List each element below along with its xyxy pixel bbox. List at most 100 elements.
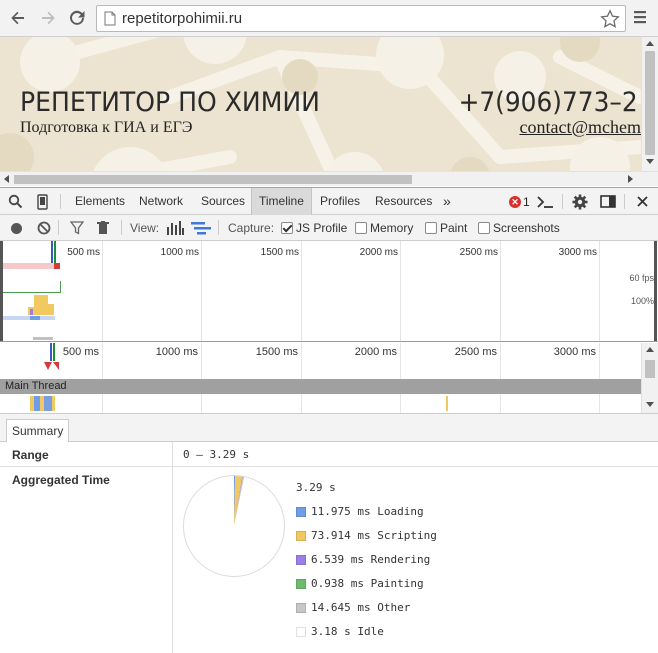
overview-cpu-chart xyxy=(28,295,54,315)
scroll-down-arrow-icon[interactable] xyxy=(646,402,654,407)
overview-idle-marks xyxy=(33,337,53,340)
flame-tick-label: 2000 ms xyxy=(354,346,397,358)
legend-swatch xyxy=(296,626,306,637)
browser-menu-button[interactable] xyxy=(632,8,648,29)
timeline-overview[interactable]: 500 ms 1000 ms 1500 ms 2000 ms 2500 ms 3… xyxy=(0,241,658,342)
tab-summary[interactable]: Summary xyxy=(6,419,70,443)
overview-gridline xyxy=(201,241,202,341)
flame-event-block xyxy=(34,396,40,411)
view-label: View: xyxy=(130,221,160,235)
flame-marker xyxy=(53,343,55,361)
memory-label[interactable]: Memory xyxy=(370,221,413,235)
dock-side-icon[interactable] xyxy=(600,195,616,208)
flame-gridline xyxy=(301,343,302,413)
clear-icon[interactable] xyxy=(37,221,51,235)
tab-separator xyxy=(60,194,61,209)
scroll-left-arrow-icon[interactable] xyxy=(4,175,9,183)
overview-tick-label: 2500 ms xyxy=(459,247,498,258)
address-bar[interactable]: repetitorpohimii.ru xyxy=(96,5,626,32)
overview-tick-label: 3000 ms xyxy=(558,247,597,258)
page-vertical-scroll-thumb[interactable] xyxy=(645,51,655,155)
reload-icon xyxy=(70,10,85,25)
legend-row-other: 14.645 ms Other xyxy=(296,601,410,614)
filter-icon[interactable] xyxy=(70,221,84,235)
screenshots-label[interactable]: Screenshots xyxy=(493,221,560,235)
toolbar-separator xyxy=(58,220,59,235)
legend-row-painting: 0.938 ms Painting xyxy=(296,577,424,590)
record-button[interactable] xyxy=(11,223,22,234)
toolbar-separator xyxy=(218,220,219,235)
memory-checkbox[interactable] xyxy=(355,222,367,234)
js-profile-checkbox[interactable] xyxy=(281,222,293,234)
flame-gridline xyxy=(201,343,202,413)
page-icon xyxy=(104,11,116,26)
overview-tick-label: 1000 ms xyxy=(160,247,199,258)
page-vertical-scrollbar[interactable] xyxy=(641,37,658,171)
reload-button[interactable] xyxy=(66,7,88,29)
url-text[interactable]: repetitorpohimii.ru xyxy=(122,10,242,27)
cpu-label: 100% xyxy=(630,296,654,306)
summary-panel: Range 0 – 3.29 s Aggregated Time 3.29 s … xyxy=(0,442,658,653)
overview-gridline xyxy=(599,241,600,341)
close-devtools-icon[interactable] xyxy=(637,196,648,207)
main-thread-header[interactable]: Main Thread xyxy=(0,379,641,394)
tab-resources[interactable]: Resources xyxy=(368,188,439,215)
flame-vertical-scroll-thumb[interactable] xyxy=(645,360,655,378)
overview-loading-bar xyxy=(3,316,55,320)
scroll-right-arrow-icon[interactable] xyxy=(628,175,633,183)
hamburger-menu-icon xyxy=(634,11,646,24)
overview-loading-bar xyxy=(30,316,40,320)
site-title: РЕПЕТИТОР ПО ХИМИИ xyxy=(20,87,320,118)
legend-swatch xyxy=(296,554,306,565)
overview-gridline xyxy=(400,241,401,341)
settings-gear-icon[interactable] xyxy=(572,194,588,210)
back-button[interactable] xyxy=(7,7,29,29)
scroll-up-arrow-icon[interactable] xyxy=(646,347,654,352)
paint-checkbox[interactable] xyxy=(425,222,437,234)
capture-label: Capture: xyxy=(228,221,275,235)
overview-gridline xyxy=(301,241,302,341)
overview-right-handle[interactable] xyxy=(654,241,657,341)
legend-row-idle: 3.18 s Idle xyxy=(296,625,384,638)
flame-vertical-scrollbar[interactable] xyxy=(641,343,658,413)
frames-view-icon[interactable] xyxy=(166,221,184,235)
aggregated-time-pie-chart xyxy=(183,475,285,577)
inspect-search-icon[interactable] xyxy=(8,194,23,209)
device-mode-icon[interactable] xyxy=(37,194,48,210)
timeline-toolbar: View: Capture: JS Profile Memory Paint S… xyxy=(0,215,658,241)
tab-separator xyxy=(562,194,563,209)
tab-timeline[interactable]: Timeline xyxy=(251,188,312,215)
legend-swatch xyxy=(296,506,306,517)
tab-elements[interactable]: Elements xyxy=(68,188,132,215)
site-email-link[interactable]: contact@mchem xyxy=(519,117,641,138)
tab-profiles[interactable]: Profiles xyxy=(313,188,367,215)
error-counter[interactable]: ✕ 1 xyxy=(509,195,530,209)
console-drawer-icon[interactable] xyxy=(536,195,554,209)
js-profile-label[interactable]: JS Profile xyxy=(296,221,347,235)
screenshots-checkbox[interactable] xyxy=(478,222,490,234)
error-icon: ✕ xyxy=(509,196,521,208)
page-viewport: РЕПЕТИТОР ПО ХИМИИ Подготовка к ГИА и ЕГ… xyxy=(0,37,658,186)
tab-sources[interactable]: Sources xyxy=(194,188,252,215)
scroll-down-arrow-icon[interactable] xyxy=(646,159,654,164)
garbage-collect-icon[interactable] xyxy=(97,221,109,235)
overview-tick-label: 500 ms xyxy=(67,247,100,258)
range-row: Range 0 – 3.29 s xyxy=(0,442,658,467)
legend-row-rendering: 6.539 ms Rendering xyxy=(296,553,430,566)
overview-marker xyxy=(54,241,56,263)
tab-network[interactable]: Network xyxy=(132,188,190,215)
more-tabs-button[interactable]: » xyxy=(436,188,458,215)
bookmark-star-icon[interactable] xyxy=(600,9,620,29)
overview-network-bar xyxy=(54,263,60,269)
timeline-flame-chart[interactable]: 500 ms 1000 ms 1500 ms 2000 ms 2500 ms 3… xyxy=(0,343,658,413)
paint-label[interactable]: Paint xyxy=(440,221,467,235)
page-horizontal-scrollbar[interactable] xyxy=(0,171,658,186)
forward-button[interactable] xyxy=(37,7,59,29)
legend-swatch xyxy=(296,602,306,613)
page-horizontal-scroll-thumb[interactable] xyxy=(14,175,412,184)
scroll-up-arrow-icon[interactable] xyxy=(646,41,654,46)
events-view-icon[interactable] xyxy=(191,221,211,235)
legend-swatch xyxy=(296,578,306,589)
legend-label: 73.914 ms Scripting xyxy=(311,529,437,542)
pie-slice-idle xyxy=(183,476,284,576)
